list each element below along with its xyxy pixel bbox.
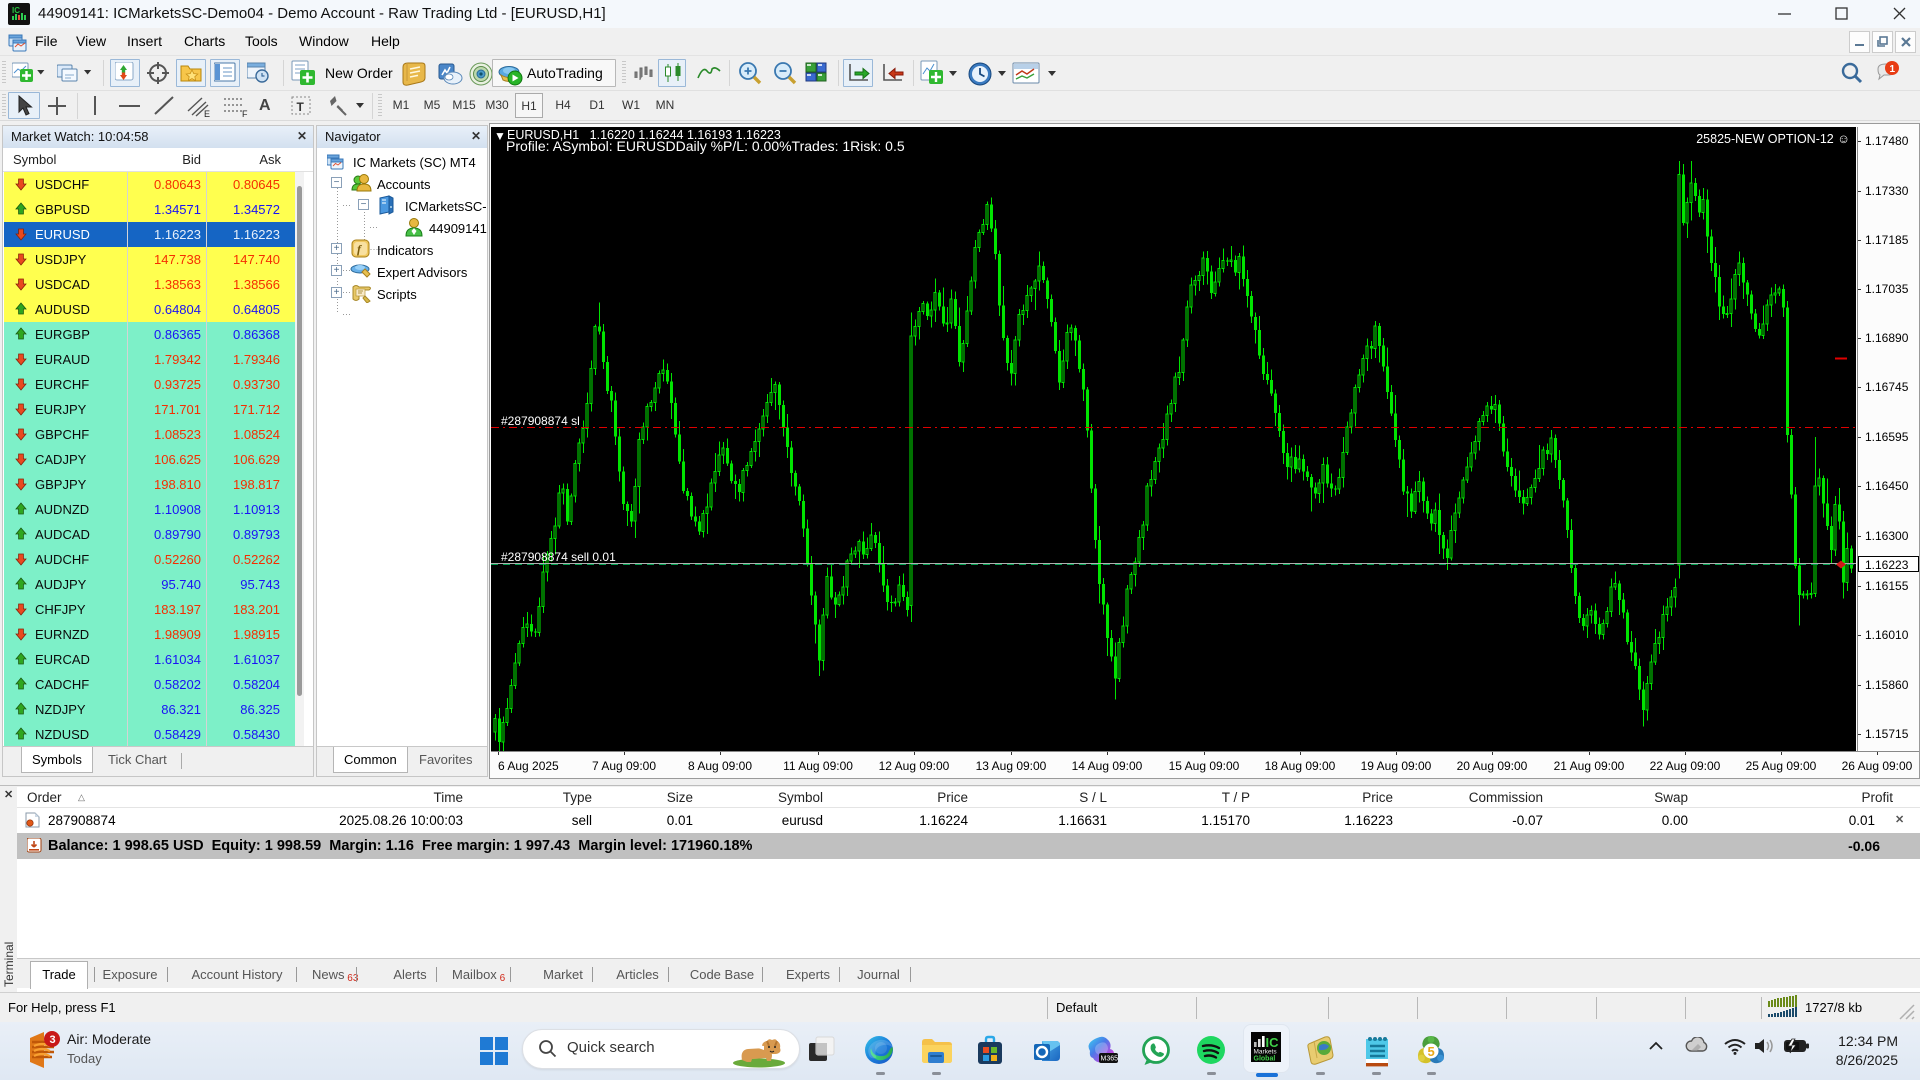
svg-text:T: T [297, 100, 305, 114]
svg-text:F: F [242, 109, 248, 119]
svg-text:Markets: Markets [1254, 1049, 1278, 1056]
svg-text:5: 5 [1428, 1044, 1435, 1059]
svg-text:IC: IC [12, 6, 20, 15]
svg-text:1: 1 [1890, 64, 1896, 75]
svg-text:3: 3 [50, 1034, 56, 1046]
svg-text:M365: M365 [1101, 1056, 1119, 1063]
svg-text:Global: Global [1254, 1056, 1276, 1063]
svg-text:E: E [204, 109, 210, 119]
